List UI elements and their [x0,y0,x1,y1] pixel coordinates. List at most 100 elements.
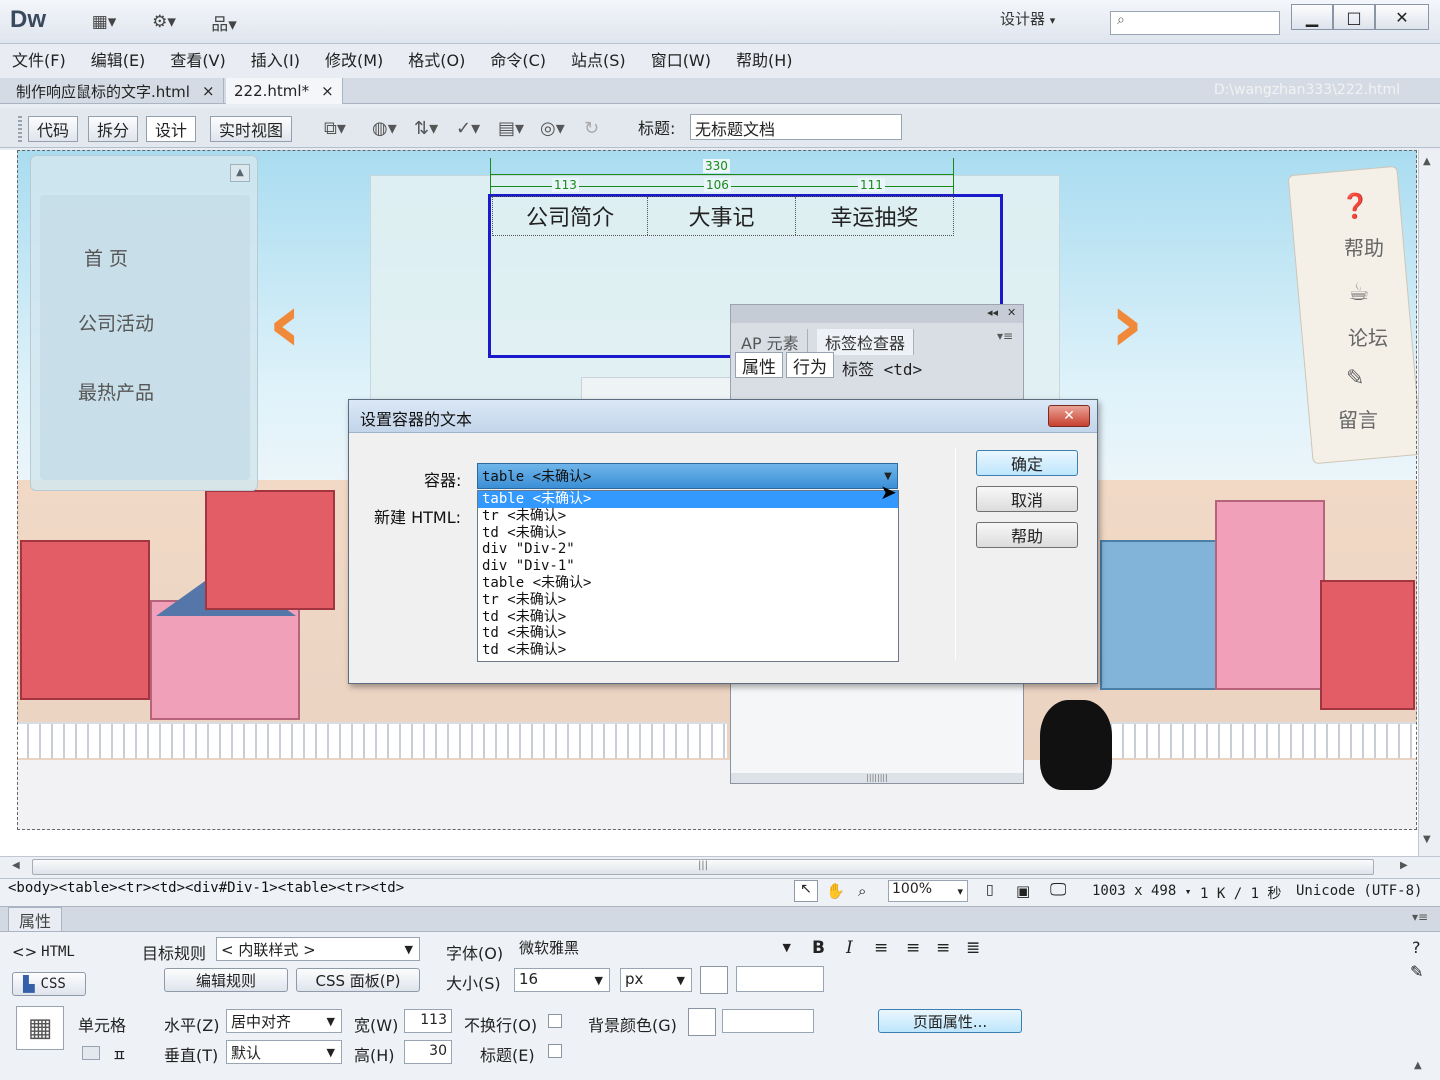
css-mode-button[interactable]: ▙ CSS [12,972,86,996]
live-view-button[interactable]: 实时视图 [210,116,293,142]
tag-selector[interactable]: <body><table><tr><td><div#Div-1><table><… [8,880,404,896]
select-tool-icon[interactable]: ↖ [794,880,818,902]
split-view-button[interactable]: 拆分 [88,116,139,142]
tab-close-icon[interactable]: × [202,82,215,100]
tab-behaviors[interactable]: 行为 [786,352,834,378]
panel-menu-icon[interactable]: ▾≡ [997,329,1013,343]
bg-color-input[interactable] [722,1009,814,1033]
message-link[interactable]: 留言 [1338,404,1378,433]
container-options-list[interactable]: table <未确认> tr <未确认> td <未确认> div "Div-2… [477,490,899,662]
tab-attributes[interactable]: 属性 [735,352,783,378]
expand-panel-icon[interactable]: ▲ [1414,1060,1422,1071]
nav-cell-events[interactable]: 大事记 [648,197,796,235]
quick-tag-edit-icon[interactable]: ✎ [1410,962,1423,981]
code-view-button[interactable]: 代码 [28,116,79,142]
tablet-size-icon[interactable]: ▣ [1016,882,1030,900]
side-menu-products[interactable]: 最热产品 [78,378,154,405]
header-checkbox[interactable] [548,1044,562,1058]
container-option[interactable]: div "Div-1" [478,558,898,575]
align-justify-icon[interactable]: ≣ [966,938,980,958]
panel-close-icon[interactable]: ✕ [1007,306,1016,319]
side-menu-home[interactable]: 首 页 [84,244,128,271]
merge-cells-icon[interactable] [82,1046,100,1060]
align-right-icon[interactable]: ≡ [936,938,950,958]
mobile-size-icon[interactable]: ▯ [986,882,994,898]
next-arrow-icon[interactable]: › [1110,276,1144,371]
container-option[interactable]: tr <未确认> [478,508,898,525]
scroll-right-icon[interactable]: ▶ [1400,860,1408,871]
edit-rule-button[interactable]: 编辑规则 [164,968,288,992]
site-icon[interactable]: 品▾ [206,10,242,35]
cancel-button[interactable]: 取消 [976,486,1078,512]
toolbar-grip[interactable] [18,116,22,142]
panel-resize-grip[interactable]: |||||||| [731,773,1023,783]
visual-aids-icon[interactable]: ▤▾ [498,118,524,139]
container-option[interactable]: td <未确认> [478,609,898,626]
italic-icon[interactable]: I [846,938,853,958]
menu-view[interactable]: 查看(V) [170,47,225,71]
multiscreen-icon[interactable]: ⧉▾ [324,118,346,139]
maximize-button[interactable]: □ [1333,4,1375,30]
menu-edit[interactable]: 编辑(E) [91,47,146,71]
text-color-swatch[interactable] [700,966,728,994]
container-option[interactable]: td <未确认> [478,525,898,542]
zoom-tool-icon[interactable]: ⌕ [858,882,866,900]
container-option[interactable]: td <未确认> [478,642,898,659]
vertical-scrollbar[interactable]: ▲ ▼ [1418,150,1440,856]
bold-icon[interactable]: B [812,938,825,958]
tab-close-icon[interactable]: × [321,82,334,100]
container-option[interactable]: tr <未确认> [478,592,898,609]
w3c-validation-icon[interactable]: ✓▾ [456,118,480,139]
doc-tab-2[interactable]: 222.html* × [226,78,343,104]
preview-browser-icon[interactable]: ◍▾ [372,118,397,139]
close-button[interactable]: ✕ [1375,4,1429,30]
menu-site[interactable]: 站点(S) [571,47,626,71]
page-properties-button[interactable]: 页面属性... [878,1009,1022,1033]
file-management-icon[interactable]: ⇅▾ [414,118,438,139]
container-select[interactable]: table <未确认> [477,463,898,489]
panel-titlebar[interactable] [731,305,1023,323]
cell-width-input[interactable]: 113 [404,1009,452,1033]
font-size-select[interactable]: 16 ▼ [514,968,610,992]
window-size[interactable]: 1003 x 498 ▾ [1092,883,1191,899]
container-option[interactable]: div "Div-2" [478,541,898,558]
font-unit-select[interactable]: px ▼ [620,968,692,992]
container-option[interactable]: td <未确认> [478,625,898,642]
refresh-icon[interactable]: ↻ [584,118,599,139]
menu-insert[interactable]: 插入(I) [251,47,300,71]
zoom-select[interactable]: 100% ▾ [888,880,968,902]
dialog-close-icon[interactable]: ✕ [1048,405,1090,427]
scroll-up-icon[interactable]: ▲ [1423,156,1431,167]
help-button[interactable]: 帮助 [976,522,1078,548]
content-div[interactable] [581,377,731,401]
align-center-icon[interactable]: ≡ [906,938,920,958]
properties-menu-icon[interactable]: ▾≡ [1412,910,1428,924]
html-mode-button[interactable]: <> HTML [12,940,88,964]
container-option[interactable]: table <未确认> [478,491,898,508]
minimize-button[interactable]: ▁ [1291,4,1333,30]
collapse-icon[interactable]: ▲ [230,164,250,182]
scroll-down-icon[interactable]: ▼ [1423,834,1431,845]
menu-format[interactable]: 格式(O) [408,47,465,71]
scroll-left-icon[interactable]: ◀ [12,860,20,871]
menu-file[interactable]: 文件(F) [12,47,66,71]
menu-modify[interactable]: 修改(M) [325,47,383,71]
horizontal-scroll-thumb[interactable]: ||| [32,859,1374,875]
cell-height-input[interactable]: 30 [404,1040,452,1064]
horizontal-align-select[interactable]: 居中对齐 ▼ [226,1009,342,1033]
help-circle-icon[interactable]: ? [1412,938,1421,957]
menu-window[interactable]: 窗口(W) [651,47,711,71]
align-left-icon[interactable]: ≡ [874,938,888,958]
gear-icon[interactable]: ⚙▾ [146,10,182,34]
desktop-size-icon[interactable]: 🖵 [1050,880,1066,900]
workspace-switcher[interactable]: 设计器 ▾ [1000,8,1055,29]
ok-button[interactable]: 确定 [976,450,1078,476]
text-color-input[interactable] [736,966,824,992]
vertical-align-select[interactable]: 默认 ▼ [226,1040,342,1064]
css-panel-button[interactable]: CSS 面板(P) [296,968,420,992]
layout-icon[interactable]: ▦▾ [86,10,122,34]
split-cells-icon[interactable]: ㅍ [112,1042,127,1066]
menu-help[interactable]: 帮助(H) [736,47,793,71]
nav-cell-about[interactable]: 公司简介 [493,197,649,235]
inspect-icon[interactable]: ◎▾ [540,118,565,139]
